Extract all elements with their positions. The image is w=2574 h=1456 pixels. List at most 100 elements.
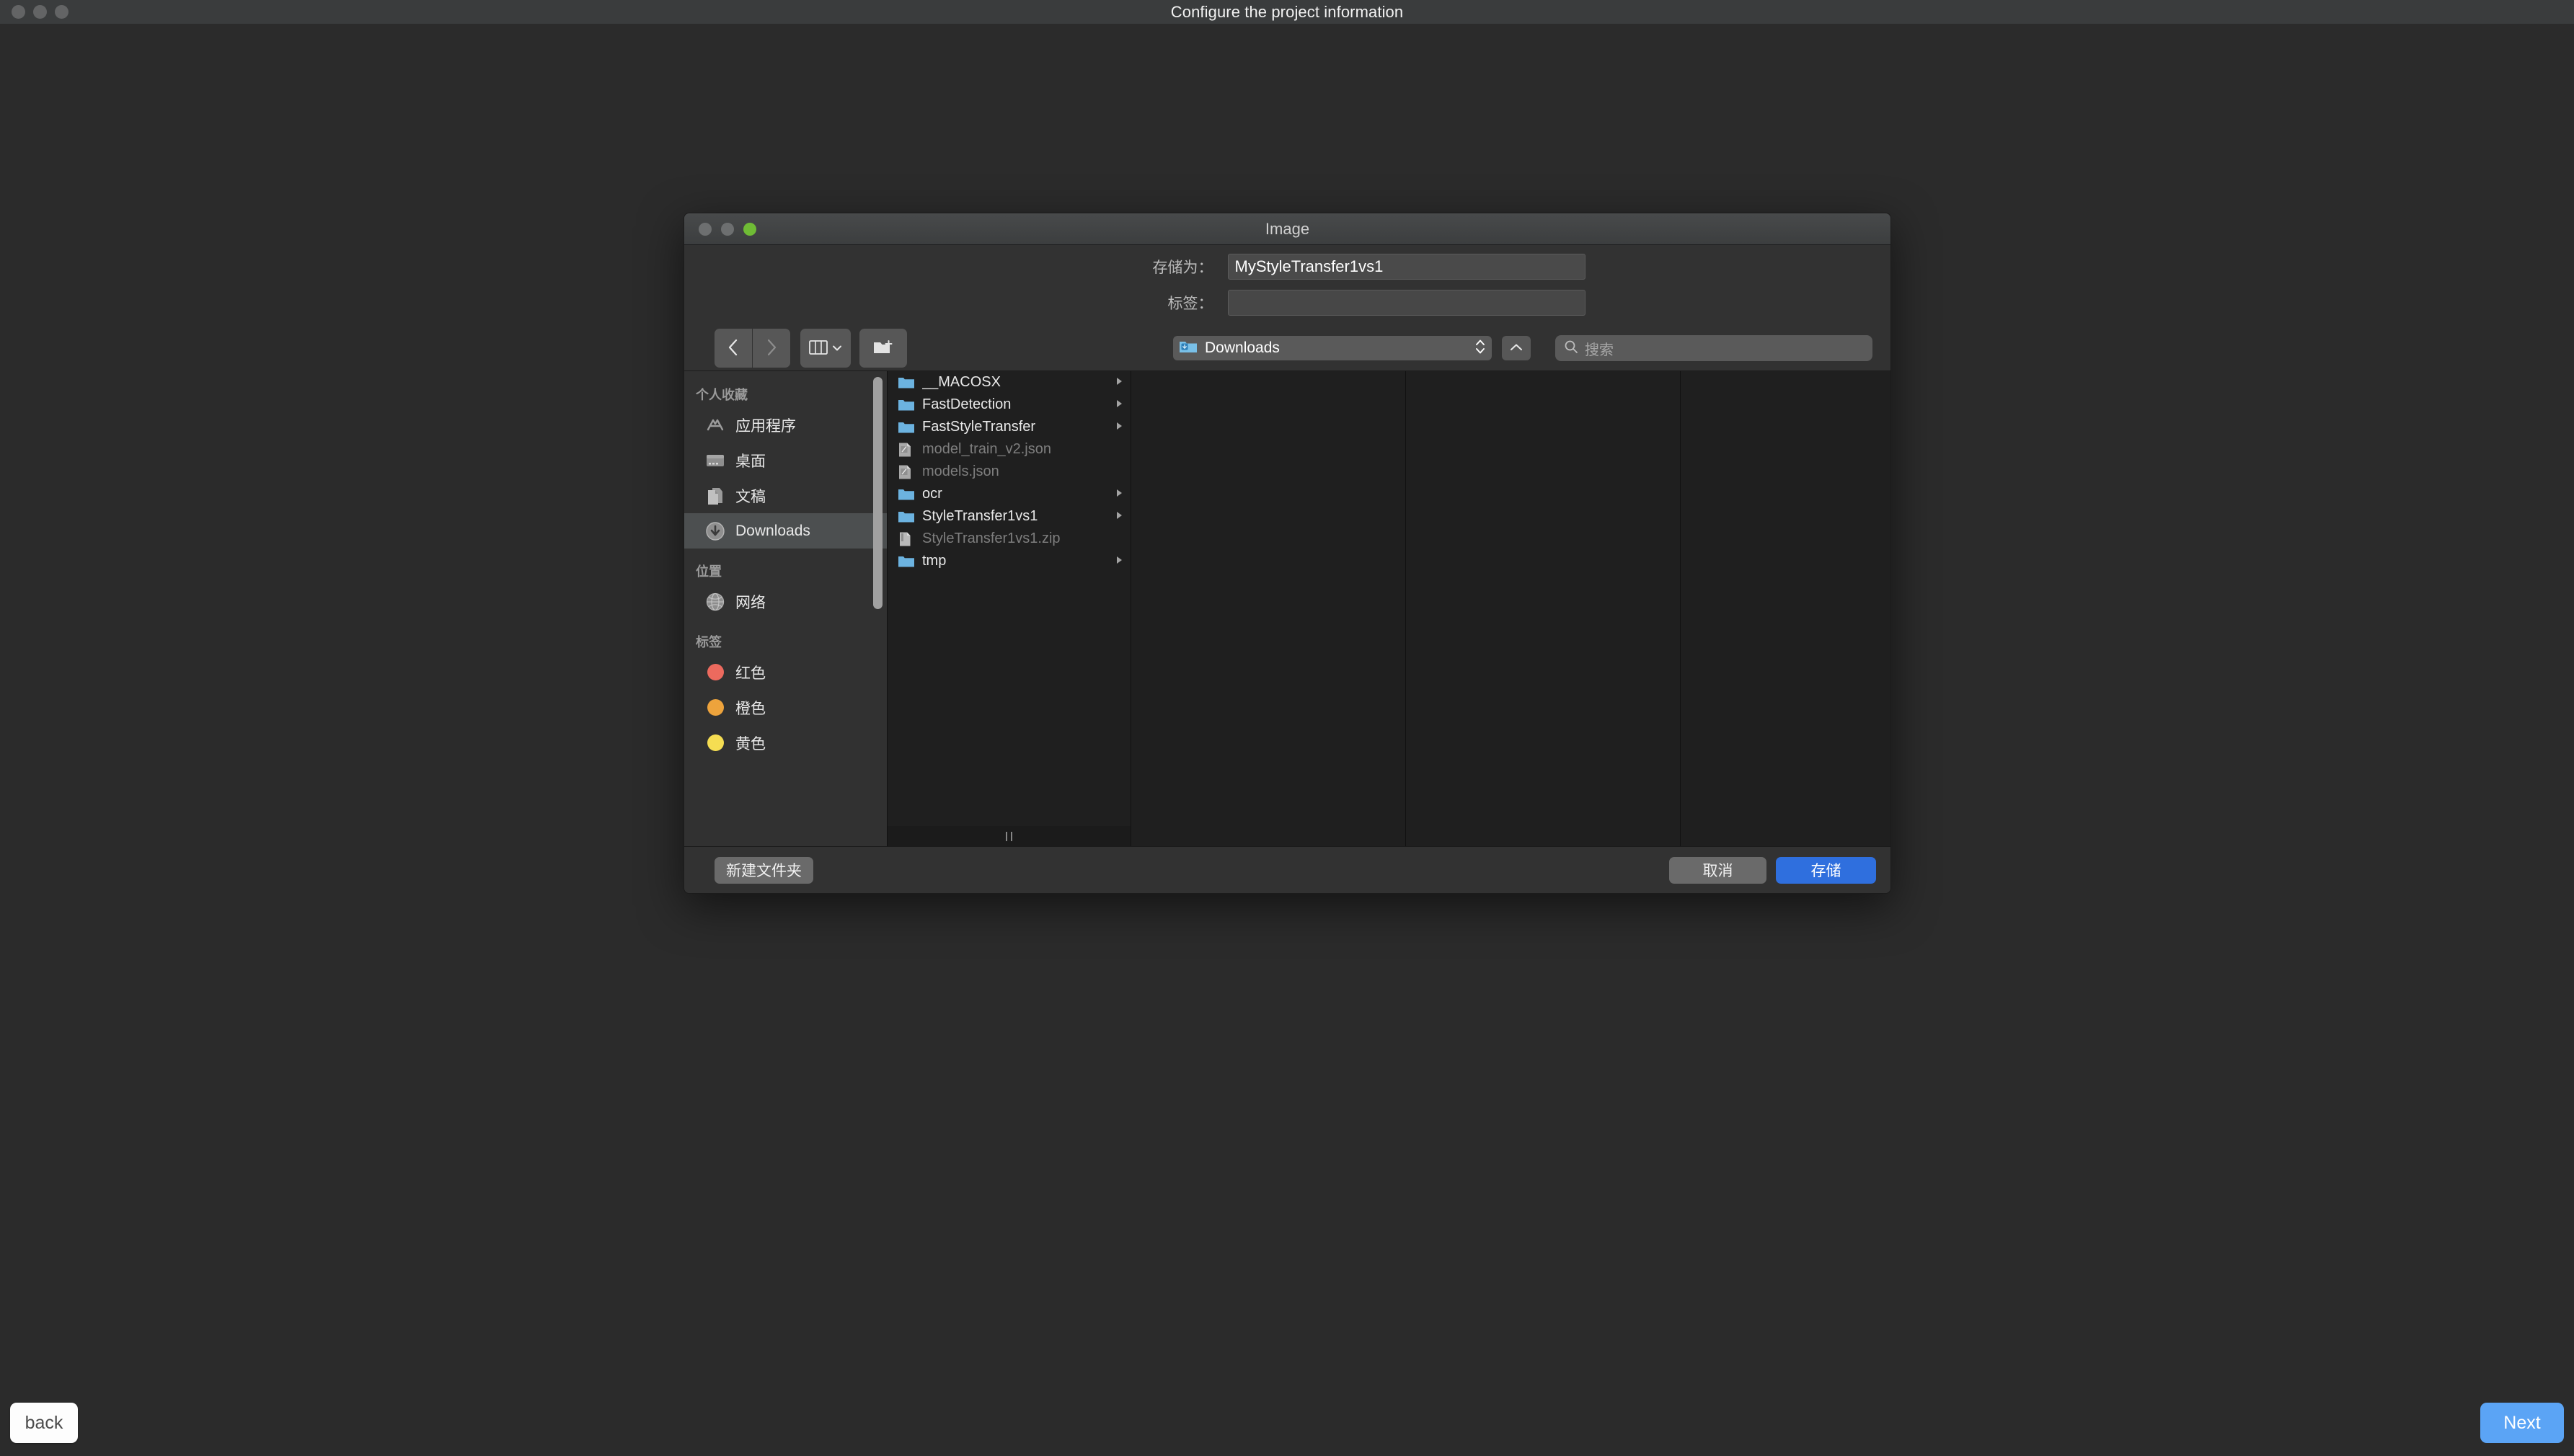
sidebar-item-label: 应用程序 [735,414,796,436]
sidebar-item-network[interactable]: 网络 [684,584,887,619]
dialog-form: 存储为： 标签： [684,245,1890,326]
dialog-title: Image [684,220,1890,239]
up-down-chevron-icon [1474,337,1486,360]
zip-file-icon [898,531,915,547]
dialog-zoom-dot-icon[interactable] [743,223,756,236]
tag-dot-icon [703,664,727,680]
file-row[interactable]: ocr [888,483,1131,505]
disclosure-arrow-icon [1115,396,1125,413]
dialog-toolbar: Downloads [684,326,1890,370]
folder-icon [898,487,915,501]
chevron-right-icon [764,338,779,359]
file-name: tmp [922,553,1110,569]
file-column-1: __MACOSX FastDetection [888,371,1131,846]
app-titlebar: Configure the project information [0,0,2574,24]
file-row[interactable]: models.json [888,461,1131,483]
search-placeholder: 搜索 [1585,338,1614,359]
cancel-button[interactable]: 取消 [1669,857,1766,884]
app-window: Configure the project information Image … [0,0,2574,1456]
sidebar-item-label: Downloads [735,523,810,540]
file-row[interactable]: __MACOSX [888,371,1131,394]
json-file-icon [898,442,915,458]
sidebar-item-label: 文稿 [735,485,766,507]
applications-icon [703,416,727,435]
sidebar-item-downloads[interactable]: Downloads [684,513,887,549]
disclosure-arrow-icon [1115,374,1125,391]
path-popup-label: Downloads [1205,339,1474,357]
dialog-minimize-dot-icon[interactable] [721,223,734,236]
wizard-bar: back Next [0,1391,2574,1456]
view-mode-button[interactable] [800,329,851,368]
path-popup-button[interactable]: Downloads [1173,336,1492,360]
sidebar-item-desktop[interactable]: 桌面 [684,443,887,478]
column-view-icon [809,340,828,357]
file-column-4[interactable] [1681,371,1890,846]
documents-icon [703,487,727,505]
next-button[interactable]: Next [2480,1403,2564,1443]
sidebar-item-documents[interactable]: 文稿 [684,478,887,513]
file-name: FastStyleTransfer [922,419,1110,435]
save-dialog: Image 存储为： 标签： [684,213,1891,894]
chevron-left-icon [726,338,740,359]
sidebar-section-header-locations: 位置 [684,549,887,584]
nav-back-button[interactable] [715,329,752,368]
search-icon [1564,339,1578,358]
folder-icon [898,420,915,434]
sidebar-section-header-tags: 标签 [684,619,887,654]
sidebar-item-label: 黄色 [735,732,766,754]
search-field[interactable]: 搜索 [1555,335,1872,361]
folder-icon [898,376,915,389]
close-dot-icon[interactable] [12,5,25,19]
zoom-dot-icon[interactable] [55,5,68,19]
sidebar-item-applications[interactable]: 应用程序 [684,407,887,443]
nav-segmented-control [715,329,790,368]
sidebar-item-tag-red[interactable]: 红色 [684,654,887,690]
dialog-close-dot-icon[interactable] [699,223,712,236]
sidebar-item-tag-yellow[interactable]: 黄色 [684,725,887,760]
go-up-button[interactable] [1502,336,1531,360]
file-row[interactable]: model_train_v2.json [888,438,1131,461]
sidebar-item-label: 网络 [735,591,766,613]
downloads-folder-icon [1179,339,1198,358]
folder-icon [898,510,915,523]
tags-input[interactable] [1228,290,1585,316]
file-name: __MACOSX [922,374,1110,391]
save-as-input[interactable] [1228,254,1585,280]
new-folder-icon [872,339,894,358]
file-row[interactable]: StyleTransfer1vs1 [888,505,1131,528]
file-row[interactable]: tmp [888,550,1131,572]
back-button[interactable]: back [10,1403,78,1443]
file-column-2[interactable] [1131,371,1405,846]
minimize-dot-icon[interactable] [33,5,47,19]
new-folder-button[interactable]: 新建文件夹 [715,857,813,884]
sidebar-section-header-favorites: 个人收藏 [684,378,887,407]
file-row[interactable]: FastDetection [888,394,1131,416]
sidebar-item-label: 桌面 [735,450,766,471]
new-folder-toolbar-button[interactable] [859,329,907,368]
disclosure-arrow-icon [1115,508,1125,525]
sidebar-scrollbar[interactable] [873,377,883,609]
disclosure-arrow-icon [1115,486,1125,502]
file-column-3[interactable] [1406,371,1680,846]
sidebar-item-tag-orange[interactable]: 橙色 [684,690,887,725]
chevron-down-icon [832,343,842,354]
network-globe-icon [703,592,727,612]
file-row[interactable]: FastStyleTransfer [888,416,1131,438]
footer-actions: 取消 存储 [1669,857,1876,884]
json-file-icon [898,464,915,480]
save-as-row: 存储为： [684,254,1890,280]
save-button[interactable]: 存储 [1776,857,1876,884]
file-row[interactable]: StyleTransfer1vs1.zip [888,528,1131,550]
file-name: FastDetection [922,396,1110,413]
file-name: StyleTransfer1vs1 [922,508,1110,525]
column-resize-handle[interactable] [888,826,1131,846]
save-as-label: 存储为： [990,256,1228,278]
sidebar-item-label: 红色 [735,662,766,683]
dialog-titlebar: Image [684,213,1890,245]
nav-forward-button[interactable] [753,329,790,368]
tag-dot-icon [703,699,727,716]
app-title: Configure the project information [0,3,2574,22]
folder-icon [898,398,915,412]
app-body: Image 存储为： 标签： [0,24,2574,1456]
file-name: models.json [922,463,1125,480]
